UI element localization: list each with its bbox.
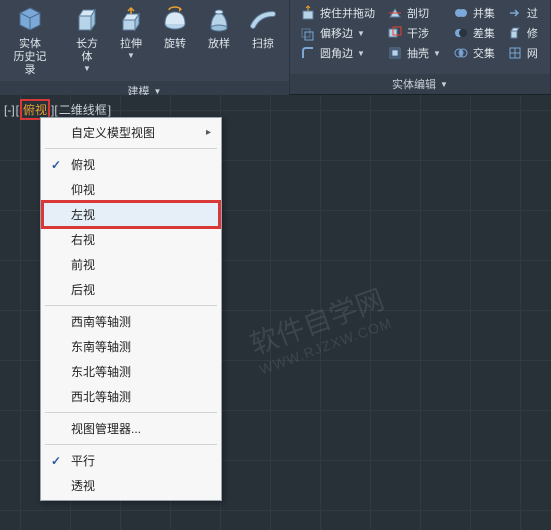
cube-edit-icon — [507, 25, 523, 41]
interfere-icon — [387, 25, 403, 41]
viewport-style-control[interactable]: 二维线框 — [59, 101, 107, 118]
chevron-down-icon: ▼ — [357, 49, 365, 58]
ribbon-panel-modeling: 实体历史记录 长方体 ▼ 拉伸 ▼ 旋转 — [0, 0, 290, 94]
chevron-down-icon: ▼ — [440, 80, 448, 89]
sweep-icon — [247, 4, 279, 36]
extrude-button[interactable]: 拉伸 ▼ — [109, 2, 153, 62]
menu-separator — [45, 305, 217, 306]
intersect-button[interactable]: 交集 — [451, 44, 497, 62]
menu-separator — [45, 148, 217, 149]
menu-separator — [45, 412, 217, 413]
menu-top-view[interactable]: 俯视 — [43, 152, 219, 177]
fillet-edge-button[interactable]: 圆角边 ▼ — [298, 44, 377, 62]
presspull-icon — [300, 5, 316, 21]
union-button[interactable]: 并集 — [451, 4, 497, 22]
menu-parallel[interactable]: 平行 — [43, 448, 219, 473]
arrow-icon — [507, 5, 523, 21]
revolve-label: 旋转 — [164, 38, 186, 51]
sweep-label: 扫掠 — [252, 38, 274, 51]
chevron-down-icon: ▼ — [433, 49, 441, 58]
menu-back-view[interactable]: 后视 — [43, 277, 219, 302]
subtract-button[interactable]: 差集 — [451, 24, 497, 42]
menu-separator — [45, 444, 217, 445]
ribbon-panel-solid-editing: 按住并拖动 偏移边 ▼ 圆角边 ▼ 剖切 — [290, 0, 551, 94]
menu-perspective[interactable]: 透视 — [43, 473, 219, 498]
viewport-minus-control[interactable]: [-] — [4, 103, 15, 117]
slice-icon — [387, 5, 403, 21]
ribbon-toolbar: 实体历史记录 长方体 ▼ 拉伸 ▼ 旋转 — [0, 0, 551, 95]
menu-front-view[interactable]: 前视 — [43, 252, 219, 277]
box-button[interactable]: 长方体 ▼ — [65, 2, 109, 75]
view-context-menu: 自定义模型视图 俯视 仰视 左视 右视 前视 后视 西南等轴测 东南等轴测 东北… — [40, 117, 222, 501]
menu-right-view[interactable]: 右视 — [43, 227, 219, 252]
interfere-button[interactable]: 干涉 — [385, 24, 443, 42]
revolve-icon — [159, 4, 191, 36]
loft-icon — [203, 4, 235, 36]
menu-view-manager[interactable]: 视图管理器... — [43, 416, 219, 441]
menu-bottom-view[interactable]: 仰视 — [43, 177, 219, 202]
subtract-icon — [453, 25, 469, 41]
chevron-down-icon: ▼ — [127, 51, 135, 60]
extrude-icon — [115, 4, 147, 36]
loft-label: 放样 — [208, 38, 230, 51]
menu-ne-iso[interactable]: 东北等轴测 — [43, 359, 219, 384]
menu-custom-view[interactable]: 自定义模型视图 — [43, 120, 219, 145]
filter-button[interactable]: 过 — [505, 4, 540, 22]
offset-edge-button[interactable]: 偏移边 ▼ — [298, 24, 377, 42]
sweep-button[interactable]: 扫掠 — [241, 2, 285, 53]
chevron-down-icon: ▼ — [357, 29, 365, 38]
chevron-down-icon: ▼ — [83, 64, 91, 73]
box-icon — [71, 4, 103, 36]
fillet-icon — [300, 45, 316, 61]
menu-nw-iso[interactable]: 西北等轴测 — [43, 384, 219, 409]
menu-sw-iso[interactable]: 西南等轴测 — [43, 309, 219, 334]
mesh-button[interactable]: 网 — [505, 44, 540, 62]
solid-history-button[interactable]: 实体历史记录 — [4, 2, 56, 79]
offset-icon — [300, 25, 316, 41]
presspull-button[interactable]: 按住并拖动 — [298, 4, 377, 22]
loft-button[interactable]: 放样 — [197, 2, 241, 53]
revolve-button[interactable]: 旋转 — [153, 2, 197, 53]
viewport[interactable]: [-] [俯视][二维线框] 软件自学网 WWW.RJZXW.COM 自定义模型… — [0, 95, 551, 530]
cube-history-icon — [14, 4, 46, 36]
extrude-label: 拉伸 — [120, 38, 142, 51]
panel-title-solid-editing[interactable]: 实体编辑 ▼ — [290, 74, 550, 94]
edit-button[interactable]: 修 — [505, 24, 540, 42]
menu-se-iso[interactable]: 东南等轴测 — [43, 334, 219, 359]
solid-history-label: 实体历史记录 — [10, 38, 50, 77]
slice-button[interactable]: 剖切 — [385, 4, 443, 22]
intersect-icon — [453, 45, 469, 61]
shell-button[interactable]: 抽壳 ▼ — [385, 44, 443, 62]
menu-left-view[interactable]: 左视 — [43, 202, 219, 227]
mesh-icon — [507, 45, 523, 61]
union-icon — [453, 5, 469, 21]
box-label: 长方体 — [71, 38, 103, 64]
shell-icon — [387, 45, 403, 61]
